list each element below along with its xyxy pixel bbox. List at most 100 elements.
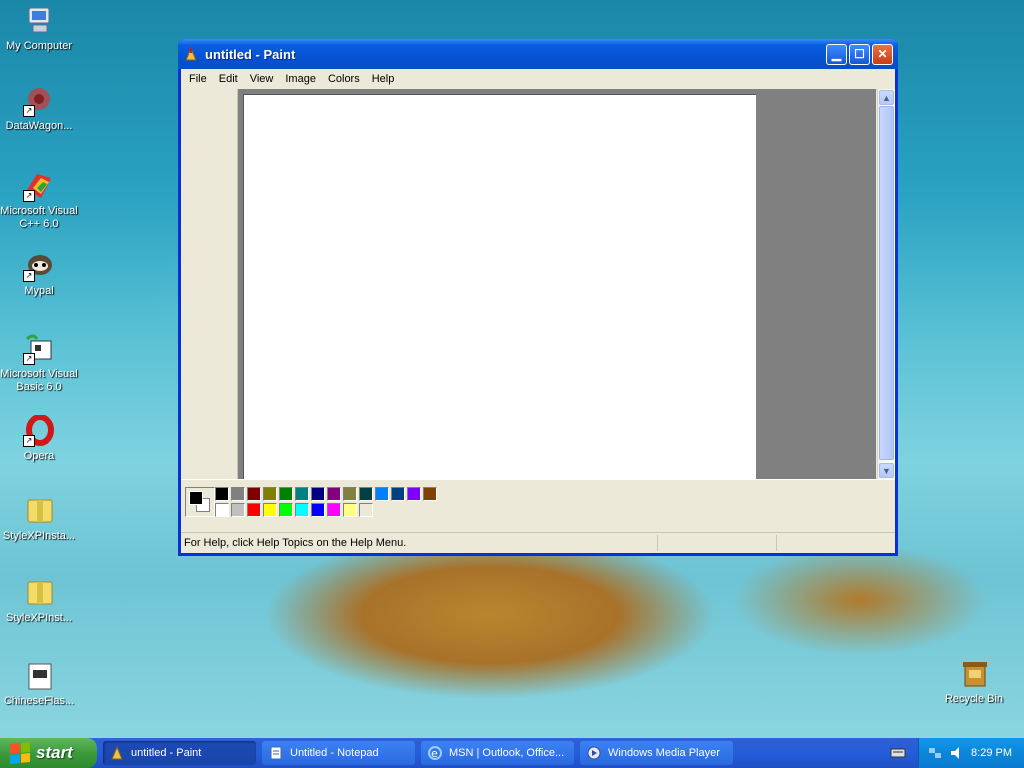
notepad-icon bbox=[268, 745, 284, 761]
desktop-icon-visual-basic[interactable]: ↗ Microsoft Visual Basic 6.0 bbox=[0, 333, 79, 394]
windows-logo-icon bbox=[10, 741, 30, 765]
visual-basic-icon: ↗ bbox=[23, 333, 55, 365]
chevron-down-icon: ▼ bbox=[882, 465, 891, 476]
color-swatch[interactable] bbox=[279, 487, 293, 501]
menu-help[interactable]: Help bbox=[366, 73, 401, 85]
shortcut-arrow-icon: ↗ bbox=[23, 270, 35, 282]
taskbar-button-paint[interactable]: untitled - Paint bbox=[103, 741, 256, 765]
maximize-icon: ☐ bbox=[854, 47, 865, 61]
taskbar: start untitled - Paint Untitled - Notepa… bbox=[0, 738, 1024, 768]
color-swatch[interactable] bbox=[231, 503, 245, 517]
taskbar-button-label: MSN | Outlook, Office... bbox=[449, 747, 565, 759]
taskbar-button-notepad[interactable]: Untitled - Notepad bbox=[262, 741, 415, 765]
color-swatch[interactable] bbox=[215, 503, 229, 517]
start-button[interactable]: start bbox=[0, 738, 97, 768]
minimize-icon: ▁ bbox=[831, 47, 842, 61]
scrollbar-thumb[interactable] bbox=[879, 106, 894, 460]
color-swatch[interactable] bbox=[423, 487, 437, 501]
color-swatch[interactable] bbox=[231, 487, 245, 501]
color-swatch[interactable] bbox=[279, 503, 293, 517]
menu-bar: File Edit View Image Colors Help bbox=[181, 69, 895, 90]
ie-icon: e bbox=[427, 745, 443, 761]
drawing-canvas[interactable] bbox=[243, 94, 756, 479]
tool-box bbox=[181, 89, 238, 479]
taskbar-button-label: untitled - Paint bbox=[131, 747, 202, 759]
color-swatch[interactable] bbox=[391, 487, 405, 501]
menu-file[interactable]: File bbox=[183, 73, 213, 85]
window-client: File Edit View Image Colors Help ▲ ▼ For… bbox=[181, 69, 895, 553]
color-swatches bbox=[215, 487, 439, 519]
color-swatch[interactable] bbox=[327, 487, 341, 501]
desktop-icon-opera[interactable]: ↗ Opera bbox=[0, 414, 79, 463]
color-swatch[interactable] bbox=[295, 487, 309, 501]
taskbar-button-label: Windows Media Player bbox=[608, 747, 720, 759]
desktop-icon-chineseflash[interactable]: ChineseFlas... bbox=[0, 660, 79, 708]
color-swatch[interactable] bbox=[295, 503, 309, 517]
taskbar-button-msn[interactable]: e MSN | Outlook, Office... bbox=[421, 741, 574, 765]
desktop-icon-label: Microsoft Visual Basic 6.0 bbox=[0, 368, 78, 393]
desktop-icon-label: Opera bbox=[23, 450, 55, 462]
desktop-icon-visual-cpp[interactable]: ↗ Microsoft Visual C++ 6.0 bbox=[0, 170, 79, 231]
color-swatch[interactable] bbox=[407, 487, 421, 501]
keyboard-icon[interactable] bbox=[890, 745, 906, 761]
menu-edit[interactable]: Edit bbox=[213, 73, 244, 85]
clock[interactable]: 8:29 PM bbox=[971, 747, 1012, 759]
foreground-color[interactable] bbox=[189, 491, 203, 505]
visual-cpp-icon: ↗ bbox=[23, 170, 55, 202]
volume-icon[interactable] bbox=[949, 745, 965, 761]
paint-icon bbox=[109, 745, 125, 761]
color-swatch[interactable] bbox=[247, 487, 261, 501]
desktop-icon-label: Mypal bbox=[24, 285, 54, 297]
color-swatch[interactable] bbox=[247, 503, 261, 517]
vertical-scrollbar[interactable]: ▲ ▼ bbox=[877, 89, 895, 479]
color-swatch[interactable] bbox=[215, 487, 229, 501]
close-icon: ✕ bbox=[877, 47, 888, 61]
color-swatch[interactable] bbox=[263, 503, 277, 517]
color-palette bbox=[181, 479, 895, 522]
color-swatch[interactable] bbox=[311, 503, 325, 517]
desktop-icon-label: Recycle Bin bbox=[944, 693, 1004, 705]
desktop-icon-label: My Computer bbox=[5, 40, 73, 52]
desktop-icon-label: DataWagon... bbox=[5, 120, 73, 132]
menu-image[interactable]: Image bbox=[279, 73, 322, 85]
desktop-icon-mypal[interactable]: ↗ Mypal bbox=[0, 250, 79, 298]
shortcut-arrow-icon: ↗ bbox=[23, 190, 35, 202]
desktop-icon-stylexp-2[interactable]: StyleXPInst... bbox=[0, 577, 79, 625]
close-button[interactable]: ✕ bbox=[872, 43, 893, 65]
system-tray: 8:29 PM bbox=[918, 738, 1024, 768]
my-computer-icon bbox=[23, 5, 55, 37]
opera-icon: ↗ bbox=[23, 414, 55, 447]
stylexp-installer-icon bbox=[23, 495, 55, 527]
scroll-up-button[interactable]: ▲ bbox=[879, 90, 894, 105]
color-swatch[interactable] bbox=[343, 503, 357, 517]
scroll-down-button[interactable]: ▼ bbox=[879, 463, 894, 478]
desktop-icon-my-computer[interactable]: My Computer bbox=[0, 5, 79, 53]
color-swatch[interactable] bbox=[263, 487, 277, 501]
paint-window: untitled - Paint ▁ ☐ ✕ File Edit View Im… bbox=[178, 39, 898, 556]
menu-colors[interactable]: Colors bbox=[322, 73, 366, 85]
color-swatch[interactable] bbox=[327, 503, 341, 517]
desktop-icon-datawagon[interactable]: ↗ DataWagon... bbox=[0, 85, 79, 133]
desktop-icon-label: ChineseFlas... bbox=[3, 695, 75, 707]
canvas-area bbox=[238, 89, 876, 479]
desktop-icon-recycle-bin[interactable]: Recycle Bin bbox=[934, 658, 1014, 706]
desktop-icon-label: StyleXPInst... bbox=[5, 612, 73, 624]
taskbar-button-label: Untitled - Notepad bbox=[290, 747, 379, 759]
network-icon[interactable] bbox=[927, 745, 943, 761]
color-swatch[interactable] bbox=[343, 487, 357, 501]
title-bar[interactable]: untitled - Paint ▁ ☐ ✕ bbox=[178, 39, 898, 69]
status-text: For Help, click Help Topics on the Help … bbox=[184, 537, 407, 549]
menu-view[interactable]: View bbox=[244, 73, 280, 85]
desktop-icon-stylexp-1[interactable]: StyleXPInsta... bbox=[0, 495, 79, 543]
media-player-icon bbox=[586, 745, 602, 761]
status-bar: For Help, click Help Topics on the Help … bbox=[181, 532, 895, 553]
svg-text:e: e bbox=[431, 747, 438, 760]
chevron-up-icon: ▲ bbox=[882, 92, 891, 103]
minimize-button[interactable]: ▁ bbox=[826, 43, 847, 65]
color-swatch[interactable] bbox=[359, 487, 373, 501]
maximize-button[interactable]: ☐ bbox=[849, 43, 870, 65]
color-swatch[interactable] bbox=[359, 503, 373, 517]
color-swatch[interactable] bbox=[375, 487, 389, 501]
taskbar-button-media-player[interactable]: Windows Media Player bbox=[580, 741, 733, 765]
color-swatch[interactable] bbox=[311, 487, 325, 501]
